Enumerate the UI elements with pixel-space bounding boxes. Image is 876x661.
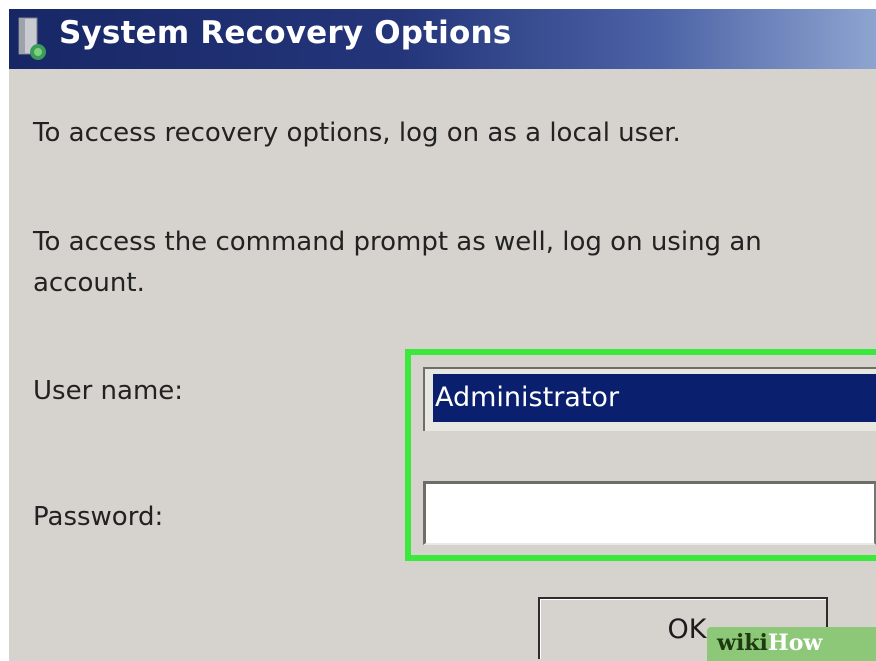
instruction-local-user: To access recovery options, log on as a … xyxy=(33,118,681,148)
user-name-dropdown[interactable]: Administrator xyxy=(423,367,876,431)
watermark-text-how: How xyxy=(767,630,823,656)
system-recovery-dialog: System Recovery Options To access recove… xyxy=(9,9,876,661)
watermark-text-wiki: wiki xyxy=(717,630,768,656)
recovery-disk-icon xyxy=(15,16,51,62)
password-label: Password: xyxy=(33,502,164,532)
title-bar: System Recovery Options xyxy=(9,9,876,69)
instruction-command-prompt-continued: account. xyxy=(33,268,145,298)
instruction-command-prompt: To access the command prompt as well, lo… xyxy=(33,227,762,257)
window-title: System Recovery Options xyxy=(59,15,512,51)
password-field[interactable] xyxy=(423,481,876,545)
user-name-label: User name: xyxy=(33,376,184,406)
watermark-text: wikiHow xyxy=(717,630,822,656)
user-name-selected-value[interactable]: Administrator xyxy=(433,374,876,422)
wikihow-watermark: wikiHow xyxy=(707,627,876,661)
